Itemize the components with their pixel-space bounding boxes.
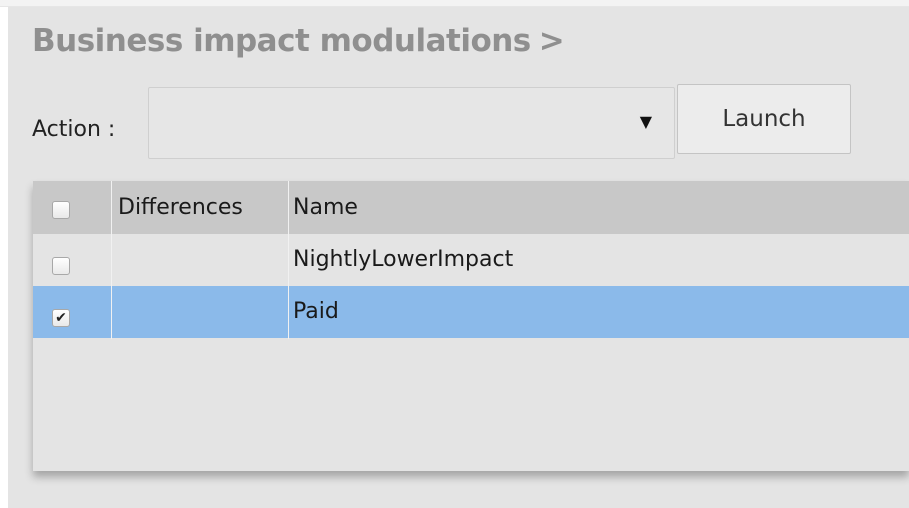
table-header: Differences Name	[33, 181, 909, 234]
column-header-name[interactable]: Name	[293, 181, 358, 234]
title-chevron[interactable]: >	[539, 23, 565, 59]
modulations-table: Differences Name NightlyLowerImpact ✔ Pa…	[33, 181, 909, 471]
top-rule	[0, 0, 909, 7]
column-divider	[288, 181, 289, 339]
action-label: Action :	[32, 117, 116, 142]
row-check-cell: ✔	[33, 286, 111, 338]
page-title: Business impact modulations >	[32, 21, 565, 61]
row-checkbox[interactable]: ✔	[52, 309, 70, 327]
row-checkbox[interactable]	[52, 257, 70, 275]
table-row[interactable]: ✔ Paid	[33, 286, 909, 338]
row-name[interactable]: NightlyLowerImpact	[293, 234, 513, 286]
modulations-panel: Business impact modulations > Action : ▼ …	[8, 7, 909, 508]
chevron-down-icon: ▼	[639, 112, 652, 131]
page-title-text: Business impact modulations	[32, 23, 531, 59]
action-select[interactable]: ▼	[148, 87, 675, 159]
launch-button[interactable]: Launch	[677, 84, 851, 154]
row-check-cell	[33, 234, 111, 286]
table-row[interactable]: NightlyLowerImpact	[33, 234, 909, 286]
select-all-checkbox[interactable]	[52, 201, 70, 219]
column-header-differences[interactable]: Differences	[118, 181, 243, 234]
column-divider	[111, 181, 112, 339]
header-check-cell	[33, 181, 111, 234]
row-name[interactable]: Paid	[293, 286, 339, 338]
